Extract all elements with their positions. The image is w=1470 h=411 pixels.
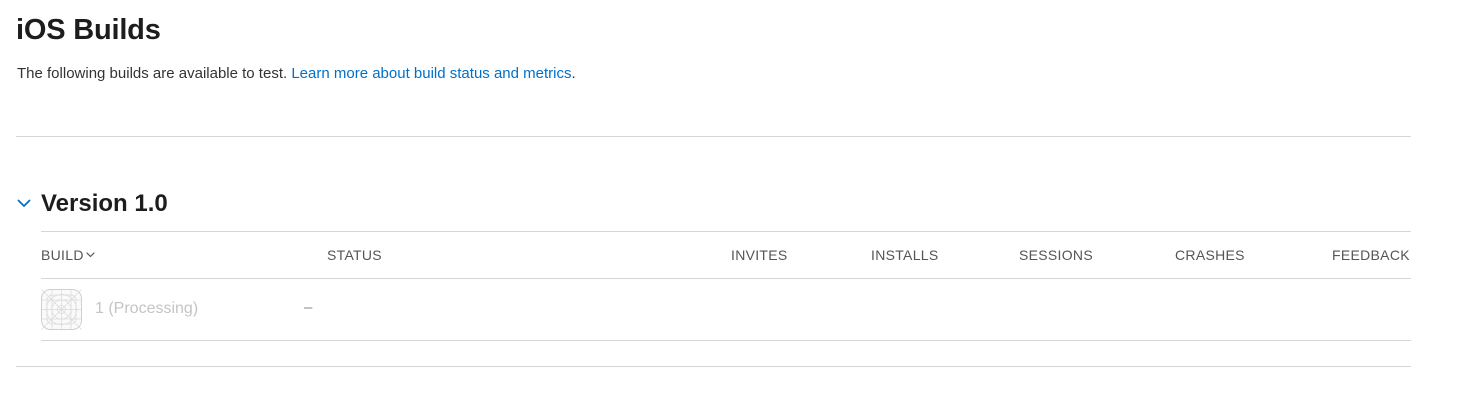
page-title: iOS Builds bbox=[16, 14, 161, 46]
column-header-invites: INVITES bbox=[731, 247, 788, 263]
intro-suffix: . bbox=[571, 65, 576, 82]
column-header-installs: INSTALLS bbox=[871, 247, 939, 263]
chevron-down-icon bbox=[86, 252, 95, 258]
app-placeholder-icon bbox=[41, 289, 82, 330]
build-name: 1 (Processing) bbox=[95, 300, 199, 317]
learn-more-link[interactable]: Learn more about build status and metric… bbox=[291, 65, 571, 82]
column-header-status: STATUS bbox=[327, 247, 382, 263]
intro-paragraph: The following builds are available to te… bbox=[17, 65, 576, 82]
version-title: Version 1.0 bbox=[41, 190, 168, 217]
table-bottom-rule bbox=[41, 340, 1411, 341]
column-header-crashes: CRASHES bbox=[1175, 247, 1245, 263]
column-header-feedback: FEEDBACK bbox=[1332, 247, 1410, 263]
table-top-rule bbox=[41, 231, 1411, 232]
column-header-build-label: BUILD bbox=[41, 247, 84, 263]
page: iOS Builds The following builds are avai… bbox=[0, 0, 1470, 411]
table-header-rule bbox=[41, 278, 1411, 279]
intro-text: The following builds are available to te… bbox=[17, 65, 292, 82]
column-header-build[interactable]: BUILD bbox=[41, 247, 95, 263]
chevron-down-icon bbox=[17, 199, 31, 207]
version-toggle-button[interactable] bbox=[15, 194, 33, 212]
build-status: – bbox=[304, 299, 313, 316]
column-header-sessions: SESSIONS bbox=[1019, 247, 1093, 263]
section-divider bbox=[16, 136, 1411, 137]
section-divider bbox=[16, 366, 1411, 367]
